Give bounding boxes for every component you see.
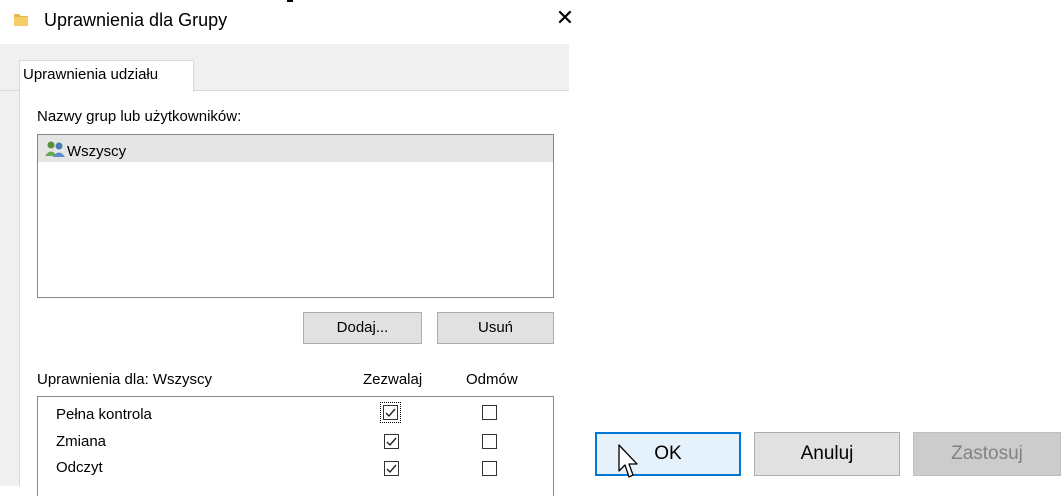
allow-column-header: Zezwalaj	[363, 371, 423, 388]
remove-button[interactable]: Usuń	[437, 312, 554, 344]
deny-column-header: Odmów	[466, 371, 518, 388]
deny-checkbox-read[interactable]	[482, 461, 497, 476]
allow-checkbox-read[interactable]	[384, 461, 399, 476]
permissions-label: Uprawnienia dla: Wszyscy	[37, 371, 213, 388]
groups-label: Nazwy grup lub użytkowników:	[37, 108, 242, 125]
permission-name-full-control: Pełna kontrola	[56, 406, 152, 423]
tab-label: Uprawnienia udziału	[23, 66, 159, 83]
add-button[interactable]: Dodaj...	[303, 312, 422, 344]
cancel-button[interactable]: Anuluj	[754, 432, 900, 476]
title-dash	[287, 0, 293, 2]
close-icon[interactable]: ✕	[554, 6, 576, 32]
deny-checkbox-full-control[interactable]	[482, 405, 497, 420]
window-title: Uprawnienia dla Grupy	[44, 10, 228, 30]
apply-button[interactable]: Zastosuj	[913, 432, 1061, 476]
permission-name-read: Odczyt	[56, 459, 103, 476]
group-name: Wszyscy	[67, 143, 127, 160]
folder-icon	[12, 11, 30, 29]
deny-checkbox-change[interactable]	[482, 434, 497, 449]
permission-name-change: Zmiana	[56, 433, 107, 450]
ok-button[interactable]: OK	[595, 432, 741, 476]
allow-checkbox-change[interactable]	[384, 434, 399, 449]
allow-checkbox-full-control[interactable]	[380, 402, 401, 423]
